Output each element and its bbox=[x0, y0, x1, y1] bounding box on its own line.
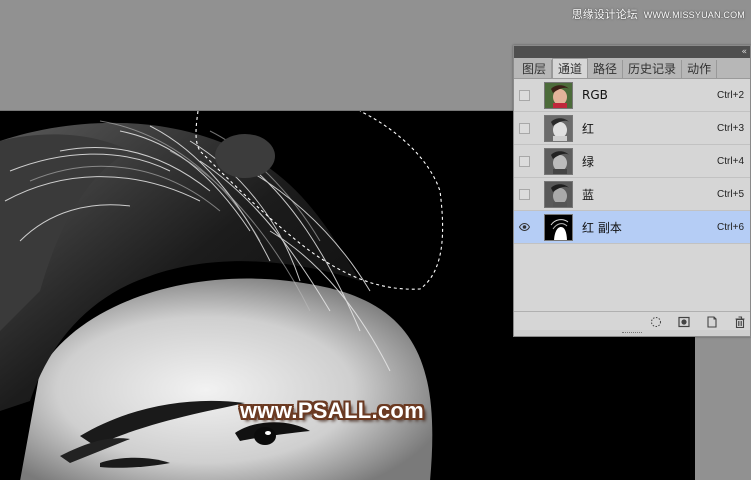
top-watermark: 思缘设计论坛 WWW.MISSYUAN.COM bbox=[572, 6, 745, 22]
channel-name: 绿 bbox=[582, 154, 595, 169]
channel-row-green[interactable]: 绿 Ctrl+4 bbox=[514, 145, 750, 178]
collapse-icon[interactable]: « bbox=[741, 46, 747, 58]
channel-thumbnail bbox=[544, 213, 573, 241]
panel-tabs: 图层 通道 路径 历史记录 动作 bbox=[514, 58, 750, 79]
tab-paths[interactable]: 路径 bbox=[588, 60, 624, 78]
channel-list-empty-area bbox=[514, 244, 750, 311]
tab-actions[interactable]: 动作 bbox=[682, 60, 718, 78]
panel-resize-grip[interactable] bbox=[514, 330, 750, 336]
panel-footer bbox=[514, 311, 750, 331]
trash-icon[interactable] bbox=[733, 315, 747, 329]
channel-shortcut: Ctrl+6 bbox=[717, 221, 744, 233]
channel-name: 红 副本 bbox=[582, 220, 622, 235]
channel-thumbnail bbox=[544, 180, 573, 208]
grip-icon bbox=[622, 332, 642, 334]
visibility-toggle[interactable] bbox=[519, 122, 530, 134]
visibility-toggle[interactable] bbox=[519, 155, 530, 167]
channels-panel: « 图层 通道 路径 历史记录 动作 RGB Ctrl+2 红 Ctrl+3 绿… bbox=[513, 45, 751, 337]
channel-thumbnail bbox=[544, 81, 573, 109]
channel-name: 蓝 bbox=[582, 187, 595, 202]
tab-layers[interactable]: 图层 bbox=[517, 60, 553, 78]
watermark-site: WWW.MISSYUAN.COM bbox=[643, 10, 745, 20]
dotted-selection-icon[interactable] bbox=[649, 315, 663, 329]
watermark-cn: 思缘设计论坛 bbox=[571, 8, 638, 21]
channel-row-blue[interactable]: 蓝 Ctrl+5 bbox=[514, 178, 750, 211]
tab-channels[interactable]: 通道 bbox=[552, 58, 589, 78]
channel-shortcut: Ctrl+5 bbox=[717, 188, 744, 200]
channel-row-red[interactable]: 红 Ctrl+3 bbox=[514, 112, 750, 145]
eye-icon[interactable] bbox=[519, 222, 530, 233]
panel-title-bar[interactable]: « bbox=[514, 46, 750, 58]
psall-watermark: www.PSALL.com bbox=[240, 398, 424, 423]
channel-thumbnail bbox=[544, 114, 573, 142]
channel-shortcut: Ctrl+3 bbox=[717, 122, 744, 134]
channel-shortcut: Ctrl+4 bbox=[717, 155, 744, 167]
channel-thumbnail bbox=[544, 147, 573, 175]
channel-row-red-copy[interactable]: 红 副本 Ctrl+6 bbox=[514, 211, 750, 244]
channel-name: 红 bbox=[582, 121, 595, 136]
channel-shortcut: Ctrl+2 bbox=[717, 89, 744, 101]
visibility-toggle[interactable] bbox=[519, 89, 530, 101]
channel-name: RGB bbox=[582, 88, 608, 102]
save-mask-icon[interactable] bbox=[677, 315, 691, 329]
tab-history[interactable]: 历史记录 bbox=[623, 60, 683, 78]
channel-row-rgb[interactable]: RGB Ctrl+2 bbox=[514, 79, 750, 112]
visibility-toggle[interactable] bbox=[519, 188, 530, 200]
new-channel-icon[interactable] bbox=[705, 315, 719, 329]
channel-list: RGB Ctrl+2 红 Ctrl+3 绿 Ctrl+4 蓝 Ctrl+5 红 … bbox=[514, 79, 750, 244]
